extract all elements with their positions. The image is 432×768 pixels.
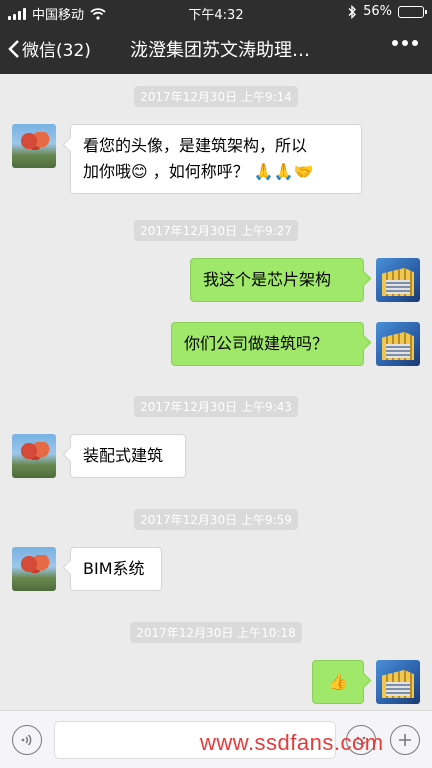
battery-percent: 56% bbox=[363, 4, 392, 19]
message-line: 加你哦😊 ，如何称呼？ 🙏🙏🤝 bbox=[83, 162, 314, 181]
message-bubble-outgoing[interactable]: 你们公司做建筑吗？ bbox=[171, 322, 364, 366]
message-bubble-incoming[interactable]: BIM系统 bbox=[70, 547, 162, 591]
chat-area[interactable]: 2017年12月30日 上午9:14 看您的头像，是建筑架构，所以 加你哦😊 ，… bbox=[0, 74, 432, 710]
more-icon[interactable] bbox=[392, 40, 418, 46]
timestamp: 2017年12月30日 上午10:18 bbox=[0, 622, 432, 643]
voice-wave-icon bbox=[21, 734, 32, 746]
contact-avatar[interactable] bbox=[12, 124, 56, 168]
watermark-text: www.ssdfans.com bbox=[200, 730, 384, 755]
my-avatar[interactable] bbox=[376, 322, 420, 366]
message-bubble-outgoing[interactable]: 👍 bbox=[312, 660, 364, 704]
message-bubble-incoming[interactable]: 看您的头像，是建筑架构，所以 加你哦😊 ，如何称呼？ 🙏🙏🤝 bbox=[70, 124, 362, 194]
plus-icon bbox=[399, 734, 411, 746]
contact-avatar[interactable] bbox=[12, 547, 56, 591]
status-bar: 中国移动 下午4:32 56% bbox=[0, 0, 432, 24]
timestamp: 2017年12月30日 上午9:14 bbox=[0, 86, 432, 107]
my-avatar[interactable] bbox=[376, 258, 420, 302]
add-icon[interactable] bbox=[390, 725, 420, 755]
timestamp: 2017年12月30日 上午9:43 bbox=[0, 396, 432, 417]
chat-title: 泷澄集团苏文涛助理… bbox=[130, 40, 310, 61]
back-label: 微信(32) bbox=[22, 41, 91, 61]
battery-icon bbox=[398, 5, 427, 18]
message-bubble-incoming[interactable]: 装配式建筑 bbox=[70, 434, 186, 478]
nav-bar: 微信(32) 泷澄集团苏文涛助理… bbox=[0, 24, 432, 74]
bluetooth-icon bbox=[348, 4, 357, 19]
timestamp: 2017年12月30日 上午9:27 bbox=[0, 220, 432, 241]
back-button[interactable]: 微信(32) bbox=[8, 36, 91, 61]
my-avatar[interactable] bbox=[376, 660, 420, 704]
voice-icon[interactable] bbox=[12, 725, 42, 755]
contact-avatar[interactable] bbox=[12, 434, 56, 478]
chevron-left-icon bbox=[8, 39, 19, 58]
timestamp: 2017年12月30日 上午9:59 bbox=[0, 509, 432, 530]
message-bubble-outgoing[interactable]: 我这个是芯片架构 bbox=[190, 258, 364, 302]
message-line: 看您的头像，是建筑架构，所以 bbox=[83, 136, 308, 155]
